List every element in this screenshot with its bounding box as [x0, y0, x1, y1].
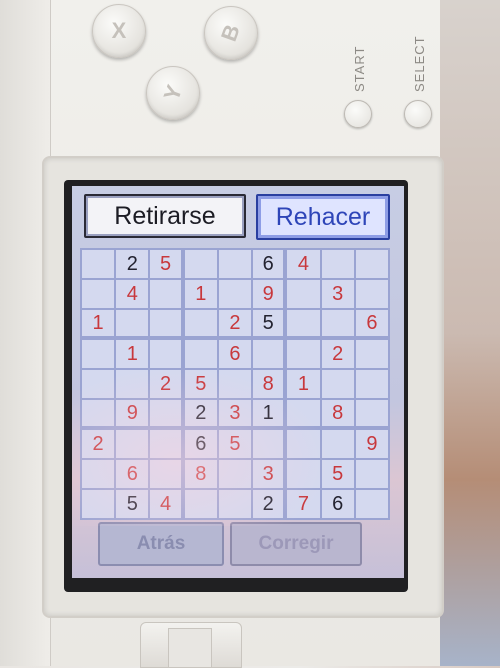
- sudoku-cell[interactable]: 8: [184, 460, 217, 488]
- sudoku-cell[interactable]: 5: [184, 370, 217, 398]
- sudoku-cell[interactable]: 3: [321, 280, 354, 308]
- sudoku-cell[interactable]: 9: [116, 400, 149, 426]
- sudoku-cell[interactable]: [82, 460, 115, 488]
- sudoku-cell[interactable]: [184, 250, 217, 278]
- dpad-top[interactable]: [168, 628, 212, 668]
- background-surface: [440, 0, 500, 666]
- sudoku-cell[interactable]: 6: [355, 310, 388, 336]
- sudoku-cell[interactable]: 2: [321, 340, 354, 368]
- sudoku-cell[interactable]: [116, 370, 149, 398]
- sudoku-cell[interactable]: [184, 310, 217, 336]
- sudoku-cell[interactable]: 2: [218, 310, 252, 336]
- sudoku-cell[interactable]: [321, 250, 354, 278]
- sudoku-cell[interactable]: [150, 310, 181, 336]
- sudoku-cell[interactable]: 4: [150, 490, 181, 518]
- sudoku-cell[interactable]: [82, 280, 115, 308]
- sudoku-grid: 2564419312561622581923182659683554276: [80, 248, 390, 520]
- sudoku-cell[interactable]: 2: [82, 430, 115, 458]
- sudoku-cell[interactable]: [355, 490, 388, 518]
- sudoku-cell[interactable]: [253, 340, 284, 368]
- sudoku-cell[interactable]: [355, 340, 388, 368]
- select-button[interactable]: [404, 100, 432, 128]
- sudoku-cell[interactable]: 5: [218, 430, 252, 458]
- sudoku-cell[interactable]: [218, 250, 252, 278]
- start-label: START: [352, 45, 367, 92]
- retirarse-button[interactable]: Retirarse: [84, 194, 246, 238]
- sudoku-cell[interactable]: [355, 460, 388, 488]
- sudoku-cell[interactable]: [287, 400, 320, 426]
- sudoku-cell[interactable]: [82, 490, 115, 518]
- sudoku-cell[interactable]: 1: [82, 310, 115, 336]
- sudoku-cell[interactable]: [218, 280, 252, 308]
- sudoku-cell[interactable]: [150, 460, 181, 488]
- sudoku-cell[interactable]: [287, 310, 320, 336]
- sudoku-cell[interactable]: 6: [321, 490, 354, 518]
- sudoku-cell[interactable]: 2: [150, 370, 181, 398]
- sudoku-cell[interactable]: 6: [218, 340, 252, 368]
- touch-screen: Retirarse Rehacer 2564419312561622581923…: [72, 186, 404, 578]
- sudoku-cell[interactable]: 3: [253, 460, 284, 488]
- sudoku-cell[interactable]: [82, 340, 115, 368]
- x-button-label: X: [111, 18, 127, 43]
- sudoku-cell[interactable]: [355, 400, 388, 426]
- rehacer-button[interactable]: Rehacer: [256, 194, 390, 240]
- sudoku-cell[interactable]: [150, 280, 181, 308]
- sudoku-cell[interactable]: 4: [287, 250, 320, 278]
- sudoku-cell[interactable]: 9: [253, 280, 284, 308]
- sudoku-cell[interactable]: 6: [253, 250, 284, 278]
- sudoku-cell[interactable]: 1: [253, 400, 284, 426]
- sudoku-cell[interactable]: 5: [321, 460, 354, 488]
- sudoku-cell[interactable]: [82, 250, 115, 278]
- b-button[interactable]: B: [204, 6, 258, 60]
- sudoku-cell[interactable]: 3: [218, 400, 252, 426]
- sudoku-cell[interactable]: [82, 370, 115, 398]
- sudoku-cell[interactable]: 7: [287, 490, 320, 518]
- x-button[interactable]: X: [92, 4, 146, 58]
- sudoku-cell[interactable]: [287, 340, 320, 368]
- sudoku-cell[interactable]: [355, 280, 388, 308]
- select-label: SELECT: [412, 35, 427, 92]
- sudoku-cell[interactable]: 1: [184, 280, 217, 308]
- sudoku-cell[interactable]: [150, 340, 181, 368]
- sudoku-cell[interactable]: 8: [253, 370, 284, 398]
- sudoku-cell[interactable]: [184, 340, 217, 368]
- sudoku-cell[interactable]: [150, 400, 181, 426]
- sudoku-cell[interactable]: [116, 430, 149, 458]
- sudoku-cell[interactable]: [253, 430, 284, 458]
- sudoku-cell[interactable]: 2: [116, 250, 149, 278]
- sudoku-cell[interactable]: 4: [116, 280, 149, 308]
- sudoku-cell[interactable]: [184, 490, 217, 518]
- sudoku-cell[interactable]: [116, 310, 149, 336]
- y-button-label: Y: [158, 81, 187, 105]
- sudoku-cell[interactable]: [287, 430, 320, 458]
- atras-button[interactable]: Atrás: [98, 522, 224, 566]
- sudoku-cell[interactable]: [321, 370, 354, 398]
- sudoku-cell[interactable]: 5: [150, 250, 181, 278]
- sudoku-cell[interactable]: [355, 370, 388, 398]
- sudoku-cell[interactable]: 2: [253, 490, 284, 518]
- sudoku-cell[interactable]: [218, 370, 252, 398]
- sudoku-cell[interactable]: [218, 490, 252, 518]
- sudoku-cell[interactable]: 6: [184, 430, 217, 458]
- sudoku-cell[interactable]: [150, 430, 181, 458]
- sudoku-cell[interactable]: [218, 460, 252, 488]
- sudoku-cell[interactable]: [321, 430, 354, 458]
- sudoku-cell[interactable]: 9: [355, 430, 388, 458]
- corregir-button[interactable]: Corregir: [230, 522, 362, 566]
- sudoku-cell[interactable]: 1: [287, 370, 320, 398]
- y-button[interactable]: Y: [146, 66, 200, 120]
- sudoku-cell[interactable]: [355, 250, 388, 278]
- sudoku-cell[interactable]: 5: [253, 310, 284, 336]
- sudoku-cell[interactable]: 8: [321, 400, 354, 426]
- sudoku-cell[interactable]: 2: [184, 400, 217, 426]
- sudoku-cell[interactable]: [321, 310, 354, 336]
- sudoku-cell[interactable]: [287, 280, 320, 308]
- sudoku-cell[interactable]: 6: [116, 460, 149, 488]
- start-button[interactable]: [344, 100, 372, 128]
- sudoku-cell[interactable]: [287, 460, 320, 488]
- sudoku-cell[interactable]: 1: [116, 340, 149, 368]
- sudoku-cell[interactable]: [82, 400, 115, 426]
- b-button-label: B: [216, 21, 245, 45]
- sudoku-cell[interactable]: 5: [116, 490, 149, 518]
